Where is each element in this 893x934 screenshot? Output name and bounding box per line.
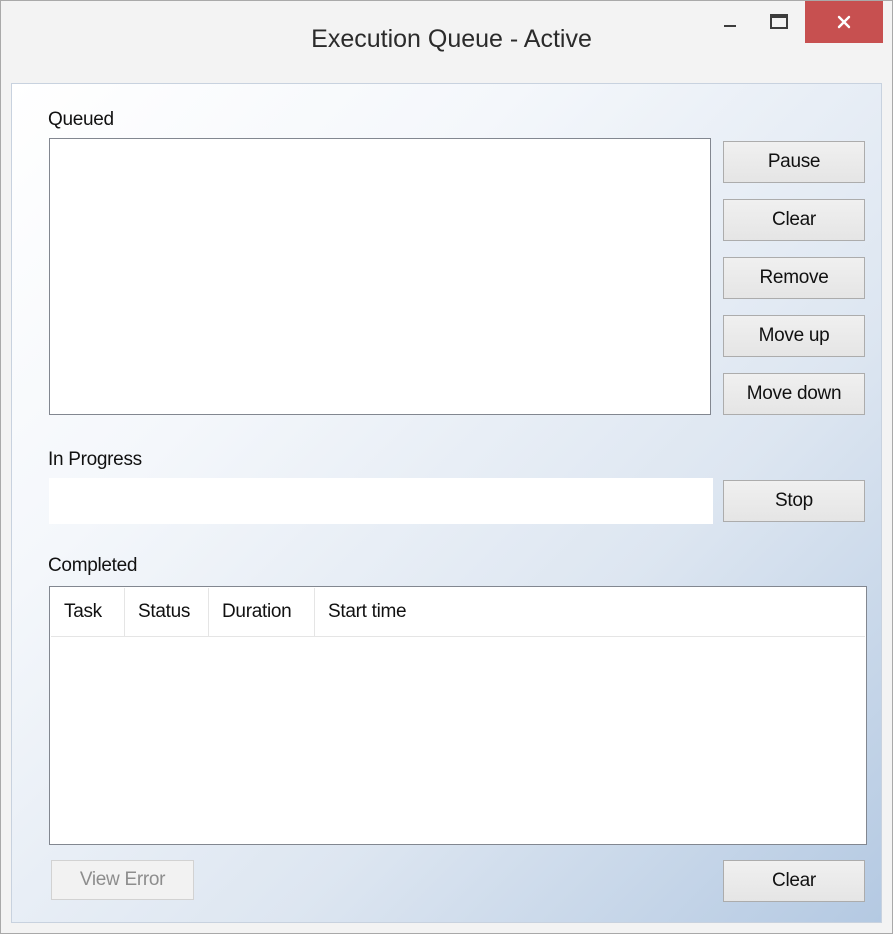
close-button[interactable]: [805, 1, 883, 43]
maximize-icon: [770, 14, 788, 29]
clear-completed-button[interactable]: Clear: [723, 860, 865, 902]
column-header-start-time[interactable]: Start time: [315, 588, 865, 636]
in-progress-field: [49, 478, 713, 524]
clear-queued-button[interactable]: Clear: [723, 199, 865, 241]
completed-list[interactable]: Task Status Duration Start time: [49, 586, 867, 845]
completed-label: Completed: [48, 555, 138, 576]
execution-queue-window: Execution Queue - Active Queued Pause Cl…: [0, 0, 893, 934]
column-header-task[interactable]: Task: [51, 588, 125, 636]
queued-list[interactable]: [49, 138, 711, 415]
close-icon: [837, 15, 851, 29]
stop-button[interactable]: Stop: [723, 480, 865, 522]
minimize-icon: [724, 25, 736, 27]
minimize-button[interactable]: [705, 1, 755, 43]
in-progress-label: In Progress: [48, 449, 142, 470]
view-error-button[interactable]: View Error: [51, 860, 194, 900]
column-header-duration[interactable]: Duration: [209, 588, 315, 636]
column-header-status[interactable]: Status: [125, 588, 209, 636]
pause-button[interactable]: Pause: [723, 141, 865, 183]
queued-label: Queued: [48, 109, 114, 130]
move-up-button[interactable]: Move up: [723, 315, 865, 357]
title-bar[interactable]: Execution Queue - Active: [1, 1, 892, 83]
client-area: Queued Pause Clear Remove Move up Move d…: [11, 83, 882, 923]
maximize-button[interactable]: [755, 1, 803, 43]
move-down-button[interactable]: Move down: [723, 373, 865, 415]
remove-button[interactable]: Remove: [723, 257, 865, 299]
completed-list-header: Task Status Duration Start time: [51, 588, 865, 637]
